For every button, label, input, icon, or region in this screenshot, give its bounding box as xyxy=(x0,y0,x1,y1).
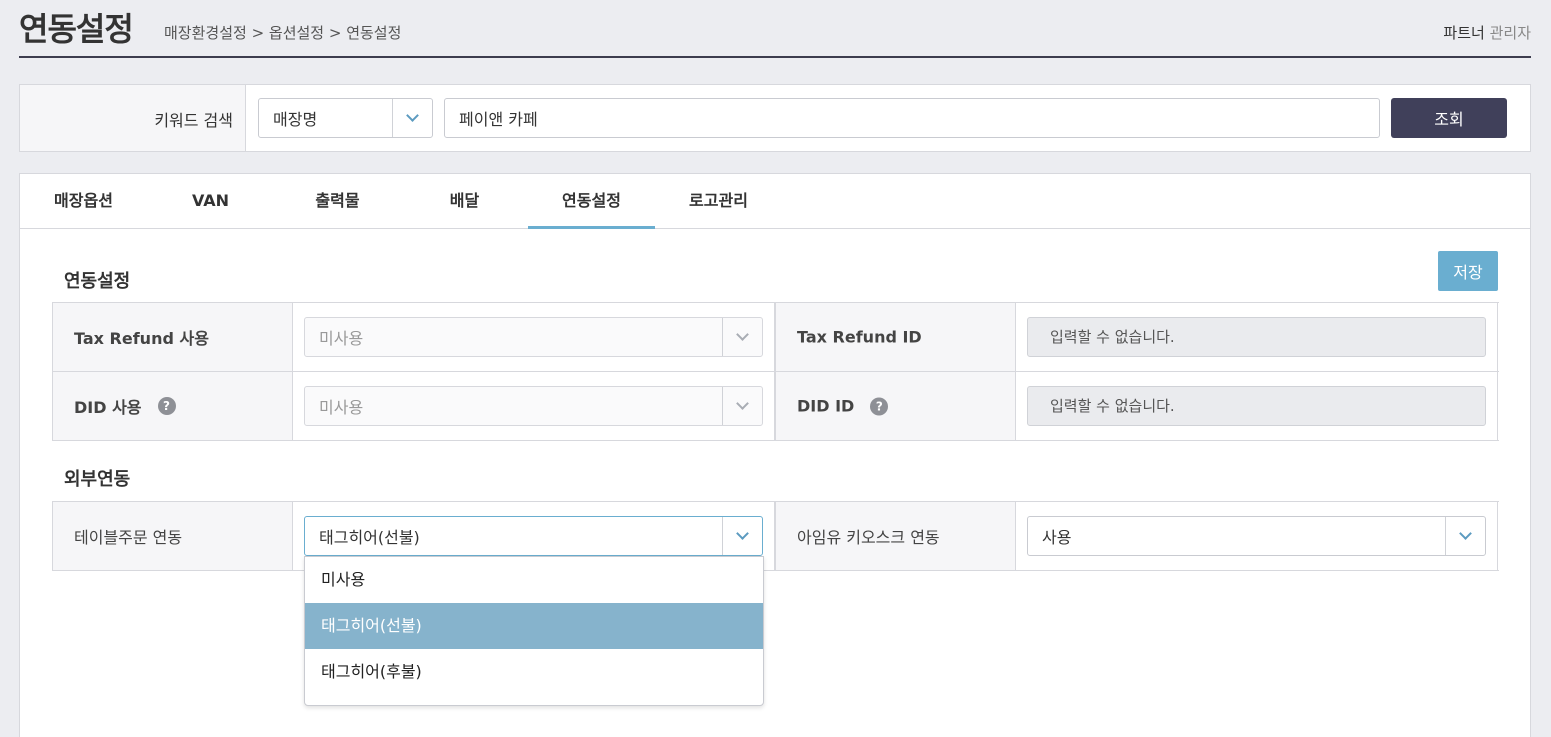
did-label-text: DID 사용 xyxy=(74,398,142,417)
tax-refund-id-label-cell: Tax Refund ID xyxy=(775,303,1016,371)
page-title: 연동설정 xyxy=(19,10,134,48)
table-row: Tax Refund 사용 미사용 Tax Refund ID 입력할 수 없습… xyxy=(52,303,1499,372)
chevron-down-icon[interactable] xyxy=(722,517,762,555)
admin-link[interactable]: 관리자 xyxy=(1490,24,1531,42)
tab-delivery[interactable]: 배달 xyxy=(401,174,528,229)
tab-bar: 매장옵션 VAN 출력물 배달 연동설정 로고관리 xyxy=(20,174,1530,229)
tax-refund-id-value-cell: 입력할 수 없습니다. xyxy=(1016,303,1498,371)
did-id-label-cell: DID ID ? xyxy=(775,372,1016,440)
tax-refund-select-value: 미사용 xyxy=(319,329,364,348)
tax-refund-id-label: Tax Refund ID xyxy=(797,327,922,347)
integration-grid: Tax Refund 사용 미사용 Tax Refund ID 입력할 수 없습… xyxy=(52,302,1499,441)
partner-text: 파트너 xyxy=(1443,24,1485,42)
search-label-cell: 키워드 검색 xyxy=(20,85,246,151)
dropdown-option[interactable]: 미사용 xyxy=(305,557,763,603)
search-type-select[interactable]: 매장명 xyxy=(258,98,433,138)
kiosk-label-cell: 아임유 키오스크 연동 xyxy=(775,502,1016,570)
save-button[interactable]: 저장 xyxy=(1438,251,1498,291)
dropdown-option-selected[interactable]: 태그히어(선불) xyxy=(305,603,763,649)
tax-refund-label: Tax Refund 사용 xyxy=(74,329,209,348)
table-order-select[interactable]: 태그히어(선불) xyxy=(304,516,763,556)
breadcrumb: 매장환경설정 > 옵션설정 > 연동설정 xyxy=(164,24,402,42)
did-id-label: DID ID ? xyxy=(797,396,889,416)
did-select[interactable]: 미사용 xyxy=(304,386,763,426)
did-label-cell: DID 사용 ? xyxy=(52,372,293,440)
kiosk-label: 아임유 키오스크 연동 xyxy=(797,528,940,547)
tax-refund-value-cell: 미사용 xyxy=(293,303,775,371)
chevron-down-icon[interactable] xyxy=(722,387,762,425)
tab-integration[interactable]: 연동설정 xyxy=(528,174,655,229)
keyword-search-label: 키워드 검색 xyxy=(154,111,233,130)
search-input[interactable] xyxy=(444,98,1380,138)
tab-printouts[interactable]: 출력물 xyxy=(274,174,401,229)
did-id-label-text: DID ID xyxy=(797,396,855,416)
external-grid: 테이블주문 연동 태그히어(선불) 아임유 키오스크 연동 사용 xyxy=(52,501,1499,571)
table-order-label-cell: 테이블주문 연동 xyxy=(52,502,293,570)
chevron-down-icon[interactable] xyxy=(1445,517,1485,555)
table-row: DID 사용 ? 미사용 DID ID ? 입력할 수 없습니다. xyxy=(52,372,1499,441)
partner-admin-label: 파트너 관리자 xyxy=(1443,22,1531,43)
tax-refund-label-cell: Tax Refund 사용 xyxy=(52,303,293,371)
integration-section-title: 연동설정 xyxy=(64,271,131,292)
table-row: 테이블주문 연동 태그히어(선불) 아임유 키오스크 연동 사용 xyxy=(52,502,1499,571)
search-button[interactable]: 조회 xyxy=(1391,98,1507,138)
kiosk-select-value: 사용 xyxy=(1042,528,1072,547)
search-panel: 키워드 검색 매장명 조회 xyxy=(19,84,1531,152)
table-order-label: 테이블주문 연동 xyxy=(74,528,183,547)
tab-van[interactable]: VAN xyxy=(147,174,274,229)
did-label: DID 사용 ? xyxy=(74,394,176,418)
search-type-value: 매장명 xyxy=(273,110,318,129)
external-section-title: 외부연동 xyxy=(64,469,131,490)
help-icon[interactable]: ? xyxy=(870,397,889,415)
page-header: 연동설정 매장환경설정 > 옵션설정 > 연동설정 파트너 관리자 xyxy=(19,0,1531,58)
dropdown-option[interactable]: 태그히어(후불) xyxy=(305,649,763,695)
tab-logo[interactable]: 로고관리 xyxy=(655,174,782,229)
tax-refund-select[interactable]: 미사용 xyxy=(304,317,763,357)
did-id-input: 입력할 수 없습니다. xyxy=(1027,386,1486,426)
did-id-value-cell: 입력할 수 없습니다. xyxy=(1016,372,1498,440)
chevron-down-icon[interactable] xyxy=(722,318,762,356)
table-order-select-value: 태그히어(선불) xyxy=(319,528,420,547)
tab-store-options[interactable]: 매장옵션 xyxy=(20,174,147,229)
table-order-dropdown: 미사용 태그히어(선불) 태그히어(후불) xyxy=(304,556,764,706)
help-icon[interactable]: ? xyxy=(157,397,176,415)
kiosk-select[interactable]: 사용 xyxy=(1027,516,1486,556)
chevron-down-icon[interactable] xyxy=(392,99,432,137)
tax-refund-id-input: 입력할 수 없습니다. xyxy=(1027,317,1486,357)
kiosk-value-cell: 사용 xyxy=(1016,502,1498,570)
did-value-cell: 미사용 xyxy=(293,372,775,440)
did-select-value: 미사용 xyxy=(319,398,364,417)
settings-panel: 매장옵션 VAN 출력물 배달 연동설정 로고관리 연동설정 저장 Tax Re… xyxy=(19,173,1531,737)
